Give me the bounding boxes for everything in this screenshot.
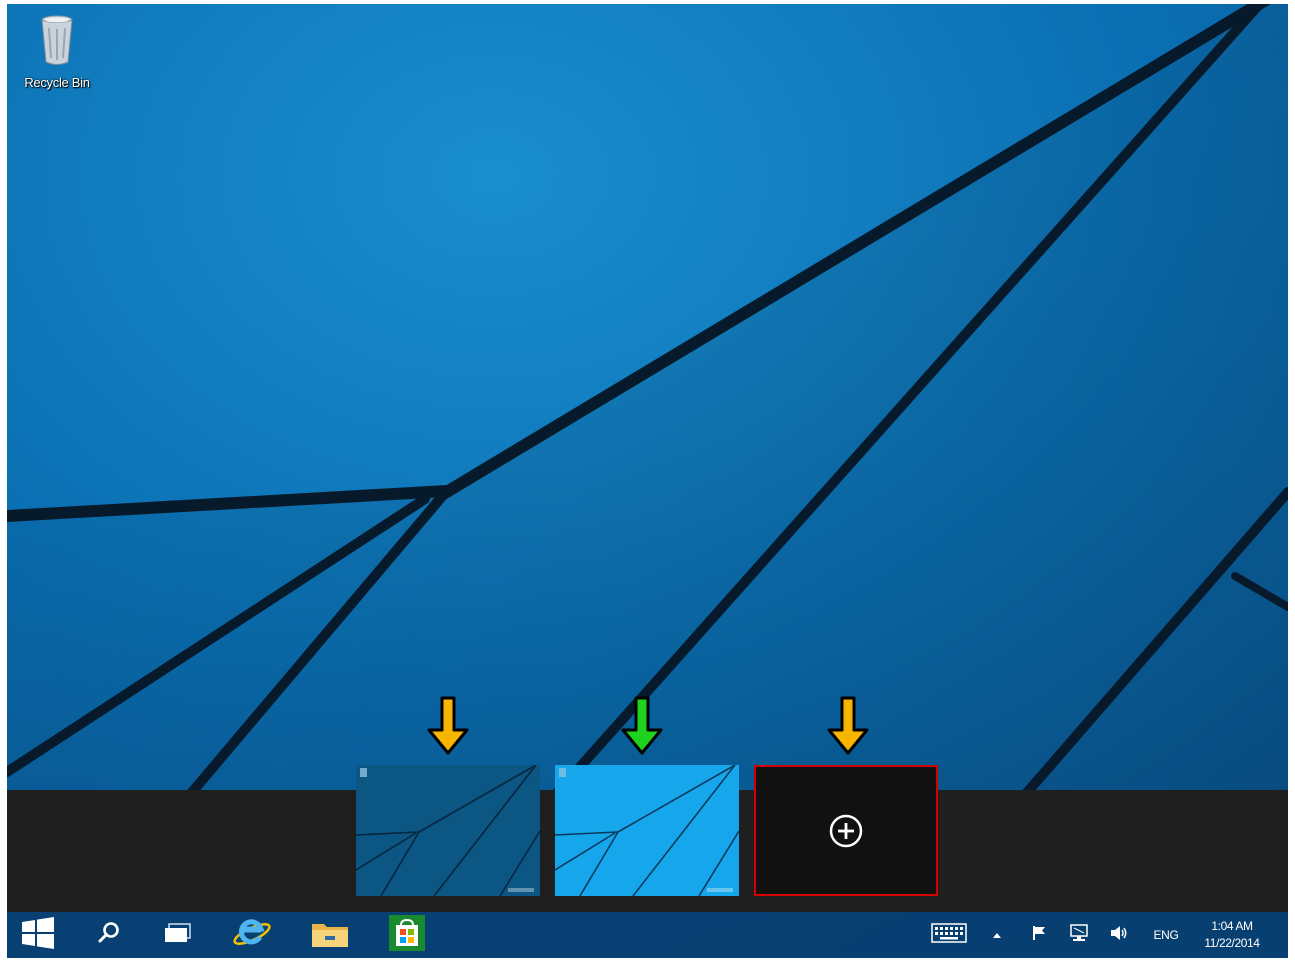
start-button[interactable] bbox=[13, 912, 63, 958]
clock-time: 1:04 AM bbox=[1211, 919, 1253, 933]
virtual-desktop-2-thumbnail[interactable] bbox=[555, 765, 739, 896]
thumbnail-recycle-bin-icon bbox=[360, 768, 367, 777]
language-label: ENG bbox=[1153, 928, 1179, 942]
thumbnail-recycle-bin-icon bbox=[559, 768, 566, 777]
internet-explorer-button[interactable] bbox=[227, 912, 277, 958]
add-desktop-button[interactable] bbox=[754, 765, 938, 896]
desktop-screen: Recycle Bin ENG 1:04 AM 11/22/2014 bbox=[7, 4, 1288, 958]
network-icon bbox=[1069, 923, 1089, 947]
volume-icon bbox=[1109, 925, 1129, 946]
ie-icon bbox=[232, 915, 272, 956]
yellow-down-arrow-icon bbox=[427, 696, 469, 755]
clock-date: 11/22/2014 bbox=[1204, 936, 1260, 950]
green-down-arrow-icon bbox=[621, 696, 663, 755]
touch-keyboard-button[interactable] bbox=[927, 912, 971, 958]
folder-icon bbox=[311, 918, 349, 953]
taskbar: ENG 1:04 AM 11/22/2014 bbox=[7, 912, 1288, 958]
store-button[interactable] bbox=[382, 912, 432, 958]
action-center-button[interactable] bbox=[1029, 912, 1051, 958]
show-hidden-icons-button[interactable] bbox=[987, 912, 1007, 958]
desktop-icon-recycle-bin[interactable]: Recycle Bin bbox=[15, 10, 99, 90]
flag-icon bbox=[1032, 925, 1048, 946]
desktop-icon-label: Recycle Bin bbox=[24, 75, 90, 90]
windows-logo-icon bbox=[21, 916, 55, 954]
search-button[interactable] bbox=[84, 912, 134, 958]
clock-button[interactable]: 1:04 AM 11/22/2014 bbox=[1190, 918, 1274, 952]
volume-button[interactable] bbox=[1107, 912, 1131, 958]
virtual-desktop-1-thumbnail[interactable] bbox=[356, 765, 540, 896]
search-icon bbox=[97, 921, 121, 950]
task-view-icon bbox=[164, 922, 192, 948]
input-language-button[interactable]: ENG bbox=[1147, 912, 1185, 958]
chevron-up-icon bbox=[992, 926, 1002, 944]
task-view-button[interactable] bbox=[153, 912, 203, 958]
yellow-down-arrow-icon bbox=[827, 696, 869, 755]
touch-keyboard-icon bbox=[931, 922, 967, 948]
network-button[interactable] bbox=[1067, 912, 1091, 958]
plus-circle-icon bbox=[828, 813, 864, 849]
store-icon bbox=[389, 914, 425, 956]
file-explorer-button[interactable] bbox=[305, 912, 355, 958]
thumbnail-clock-mark bbox=[508, 888, 534, 892]
recycle-bin-icon bbox=[37, 10, 77, 73]
thumbnail-clock-mark bbox=[707, 888, 733, 892]
